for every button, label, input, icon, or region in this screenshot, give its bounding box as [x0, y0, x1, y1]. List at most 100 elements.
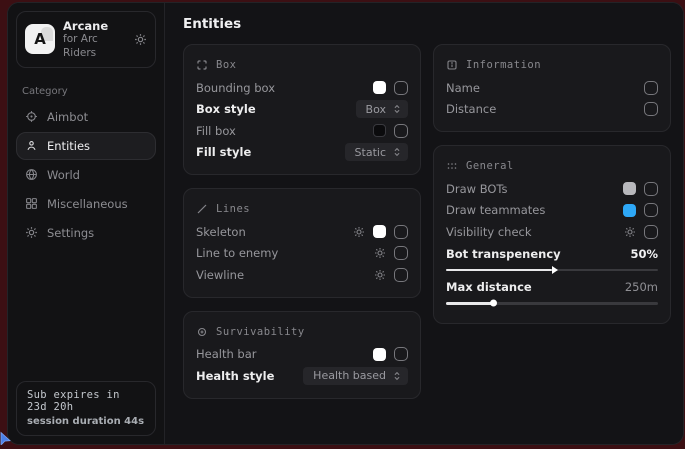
color-swatch[interactable]	[373, 225, 386, 238]
skeleton-checkbox[interactable]	[394, 225, 408, 239]
setting-label: Box style	[196, 102, 356, 116]
unfold-icon	[392, 371, 402, 381]
setting-row-line-to-enemy: Line to enemy	[196, 243, 408, 265]
diagonal-line-icon	[196, 203, 208, 215]
sidebar-item-label: Entities	[47, 139, 90, 153]
sidebar-item-entities[interactable]: Entities	[16, 132, 156, 160]
sidebar-item-miscellaneous[interactable]: Miscellaneous	[16, 190, 156, 218]
page-title: Entities	[183, 16, 671, 32]
gear-icon[interactable]	[374, 269, 386, 281]
draw-bots-checkbox[interactable]	[644, 182, 658, 196]
sub-expiry-text: Sub expires in 23d 20h	[27, 389, 145, 413]
setting-label: Distance	[446, 102, 644, 116]
bot-transparency-value: 50%	[630, 247, 658, 261]
viewline-checkbox[interactable]	[394, 268, 408, 282]
main-content: Entities Box Bounding box	[164, 3, 683, 444]
survivability-icon	[196, 326, 208, 338]
name-checkbox[interactable]	[644, 81, 658, 95]
slider-thumb[interactable]	[490, 300, 497, 307]
color-swatch[interactable]	[623, 182, 636, 195]
grid-dots-icon	[446, 160, 458, 172]
crosshair-icon	[25, 110, 38, 123]
max-distance-slider[interactable]	[446, 302, 658, 305]
panel-title: Lines	[216, 203, 250, 215]
setting-label: Viewline	[196, 268, 374, 282]
color-swatch[interactable]	[373, 348, 386, 361]
bot-transparency-slider[interactable]	[446, 269, 658, 272]
sidebar-item-settings[interactable]: Settings	[16, 219, 156, 247]
globe-icon	[25, 168, 38, 181]
setting-label: Draw BOTs	[446, 182, 623, 196]
unfold-icon	[392, 147, 402, 157]
distance-checkbox[interactable]	[644, 102, 658, 116]
panel-title: General	[466, 160, 514, 172]
bounding-box-checkbox[interactable]	[394, 81, 408, 95]
gear-icon[interactable]	[624, 226, 636, 238]
app-logo: A	[25, 24, 55, 54]
dropdown-value: Static	[355, 146, 386, 159]
color-swatch[interactable]	[373, 81, 386, 94]
setting-row-fill-box: Fill box	[196, 120, 408, 142]
panel-title: Box	[216, 59, 236, 71]
setting-row-box-style: Box style Box	[196, 99, 408, 121]
scan-brackets-icon	[196, 59, 208, 71]
fill-box-checkbox[interactable]	[394, 124, 408, 138]
dropdown-value: Box	[366, 103, 386, 116]
panel-lines: Lines Skeleton Line to enemy	[183, 188, 421, 298]
grid-icon	[25, 197, 38, 210]
subscription-info: Sub expires in 23d 20h session duration …	[16, 381, 156, 436]
slider-thumb[interactable]	[552, 266, 558, 274]
line-to-enemy-checkbox[interactable]	[394, 246, 408, 260]
setting-row-fill-style: Fill style Static	[196, 142, 408, 164]
person-scan-icon	[25, 139, 38, 152]
setting-row-visibility-check: Visibility check	[446, 221, 658, 243]
setting-label: Fill box	[196, 124, 373, 138]
panel-box: Box Bounding box Box style Box	[183, 44, 421, 175]
setting-label: Draw teammates	[446, 203, 623, 217]
panel-title: Information	[466, 59, 541, 71]
sidebar-item-label: World	[47, 168, 80, 182]
app-subtitle: for Arc Riders	[63, 33, 126, 59]
health-bar-checkbox[interactable]	[394, 347, 408, 361]
setting-label: Line to enemy	[196, 246, 374, 260]
setting-row-name: Name	[446, 77, 658, 99]
draw-teammates-checkbox[interactable]	[644, 203, 658, 217]
gear-icon[interactable]	[353, 226, 365, 238]
app-window: A Arcane for Arc Riders Category Aimbot	[7, 2, 684, 445]
category-label: Category	[22, 86, 150, 97]
panel-title: Survivability	[216, 326, 305, 338]
dropdown-value: Health based	[313, 369, 386, 382]
setting-label: Health style	[196, 369, 303, 383]
sidebar: A Arcane for Arc Riders Category Aimbot	[8, 3, 164, 444]
color-swatch[interactable]	[623, 204, 636, 217]
setting-label: Max distance	[446, 280, 625, 294]
panel-general: General Draw BOTs Draw teammates	[433, 145, 671, 324]
box-style-dropdown[interactable]: Box	[356, 100, 408, 118]
setting-label: Fill style	[196, 145, 345, 159]
sidebar-item-aimbot[interactable]: Aimbot	[16, 103, 156, 131]
setting-row-health-style: Health style Health based	[196, 365, 408, 387]
setting-label: Health bar	[196, 347, 373, 361]
mouse-cursor-icon	[0, 430, 13, 449]
setting-row-health-bar: Health bar	[196, 344, 408, 366]
app-title: Arcane	[63, 19, 126, 33]
gear-icon[interactable]	[134, 33, 147, 46]
max-distance-value: 250m	[625, 280, 658, 294]
setting-label: Bot transpenency	[446, 247, 630, 261]
max-distance-setting: Max distance 250m	[446, 278, 658, 305]
brand-card: A Arcane for Arc Riders	[16, 11, 156, 68]
color-swatch[interactable]	[373, 124, 386, 137]
setting-label: Bounding box	[196, 81, 373, 95]
gear-icon[interactable]	[374, 247, 386, 259]
health-style-dropdown[interactable]: Health based	[303, 367, 408, 385]
setting-row-viewline: Viewline	[196, 264, 408, 286]
sidebar-item-world[interactable]: World	[16, 161, 156, 189]
fill-style-dropdown[interactable]: Static	[345, 143, 408, 161]
sidebar-nav: Aimbot Entities World	[8, 103, 164, 248]
information-icon	[446, 59, 458, 71]
visibility-check-checkbox[interactable]	[644, 225, 658, 239]
setting-label: Visibility check	[446, 225, 624, 239]
sidebar-item-label: Miscellaneous	[47, 197, 128, 211]
setting-label: Name	[446, 81, 644, 95]
setting-row-draw-bots: Draw BOTs	[446, 178, 658, 200]
